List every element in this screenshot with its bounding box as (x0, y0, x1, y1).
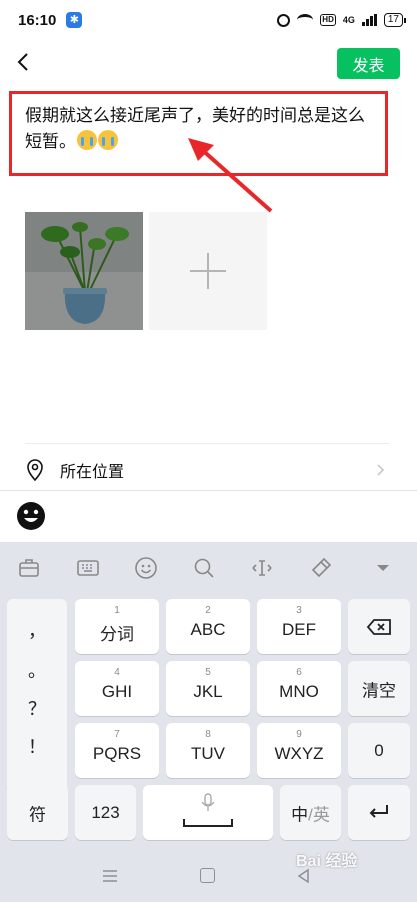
enter-key[interactable] (348, 785, 410, 840)
key-number: 3 (296, 605, 302, 616)
emoji-bar (0, 490, 417, 542)
language-switch-key[interactable]: 中/英 (280, 785, 341, 840)
key-label: 符 (29, 805, 46, 824)
backspace-key[interactable] (348, 599, 410, 654)
skin-theme-icon[interactable] (309, 556, 333, 580)
status-icons: HD 4G 17 (277, 13, 407, 27)
punctuation-key[interactable]: 。 (7, 657, 67, 683)
back-icon[interactable] (12, 50, 36, 74)
key-label: MNO (279, 682, 319, 701)
key-9[interactable]: 9 WXYZ (257, 723, 341, 778)
key-label: 123 (91, 802, 120, 822)
keyboard-layout-icon[interactable] (76, 556, 100, 580)
key-2[interactable]: 2 ABC (166, 599, 250, 654)
status-bar: 16:10 ✱ HD 4G 17 (0, 0, 417, 40)
key-number: 4 (114, 667, 120, 678)
publish-button[interactable]: 发表 (337, 48, 400, 79)
signal-icon (361, 14, 377, 26)
key-number: 1 (114, 605, 120, 616)
battery-indicator: 17 (383, 13, 407, 27)
key-label: GHI (101, 682, 133, 701)
watermark: Bai 经验 (296, 853, 358, 870)
key-number: 7 (114, 729, 120, 740)
emoji-face-icon[interactable] (16, 501, 46, 531)
plant-photo (25, 212, 143, 330)
menu-icon[interactable] (102, 869, 118, 883)
key-number: 2 (205, 605, 211, 616)
space-bar-icon (183, 819, 233, 827)
key-1[interactable]: 1 分词 (75, 599, 159, 654)
zero-key[interactable]: 0 (348, 723, 410, 778)
key-5[interactable]: 5 JKL (166, 661, 250, 716)
lang-active: 中 (291, 805, 309, 824)
status-time: 16:10 (18, 11, 57, 29)
lang-inactive: 英 (312, 805, 330, 824)
collapse-keyboard-icon[interactable] (371, 556, 395, 580)
punctuation-key[interactable]: ？ (7, 695, 67, 721)
punctuation-panel[interactable]: ， 。 ？ ！ (7, 599, 67, 792)
wifi-icon (297, 14, 314, 26)
key-label: JKL (193, 682, 223, 701)
key-number: 5 (205, 667, 211, 678)
key-label: PQRS (92, 744, 142, 763)
keyboard-toolbar (0, 542, 417, 592)
punctuation-key[interactable]: ！ (7, 733, 67, 759)
clear-key[interactable]: 清空 (348, 661, 410, 716)
key-label: TUV (191, 744, 225, 763)
key-4[interactable]: 4 GHI (75, 661, 159, 716)
hd-badge: HD (320, 14, 336, 26)
enter-icon (369, 805, 388, 818)
key-8[interactable]: 8 TUV (166, 723, 250, 778)
key-label: DEF (282, 620, 316, 639)
key-label: 中/英 (280, 800, 341, 825)
divider (25, 443, 390, 444)
chevron-right-icon (377, 464, 385, 476)
microphone-icon (201, 793, 215, 811)
number-mode-key[interactable]: 123 (75, 785, 136, 840)
app-notification-icon: ✱ (66, 12, 83, 28)
network-label: 4G (342, 15, 355, 25)
key-3[interactable]: 3 DEF (257, 599, 341, 654)
alarm-icon (277, 13, 291, 27)
add-photo-button[interactable] (149, 212, 267, 330)
cursor-move-icon[interactable] (250, 556, 274, 580)
toolbox-icon[interactable] (17, 556, 41, 580)
location-pin-icon (27, 459, 43, 481)
keyboard: ， 。 ？ ！ 1 分词 2 ABC 3 DEF 4 GHI 5 JKL 6 M… (0, 542, 417, 862)
search-icon[interactable] (192, 556, 216, 580)
space-key[interactable] (143, 785, 273, 840)
location-label: 所在位置 (60, 464, 125, 481)
symbol-key[interactable]: 符 (7, 785, 68, 840)
key-label: 0 (374, 740, 384, 760)
photo-thumbnail[interactable] (25, 212, 143, 330)
key-label: WXYZ (274, 744, 324, 763)
emoji-panel-icon[interactable] (134, 556, 158, 580)
home-icon[interactable] (200, 868, 215, 883)
key-label: 分词 (100, 625, 134, 644)
location-row[interactable]: 所在位置 (25, 451, 390, 489)
key-6[interactable]: 6 MNO (257, 661, 341, 716)
key-number: 9 (296, 729, 302, 740)
backspace-icon (366, 619, 391, 635)
punctuation-key[interactable]: ， (7, 617, 67, 643)
key-7[interactable]: 7 PQRS (75, 723, 159, 778)
key-label: ABC (190, 620, 226, 639)
key-label: 清空 (362, 681, 396, 700)
key-number: 6 (296, 667, 302, 678)
key-number: 8 (205, 729, 211, 740)
annotation-arrow (188, 138, 273, 213)
